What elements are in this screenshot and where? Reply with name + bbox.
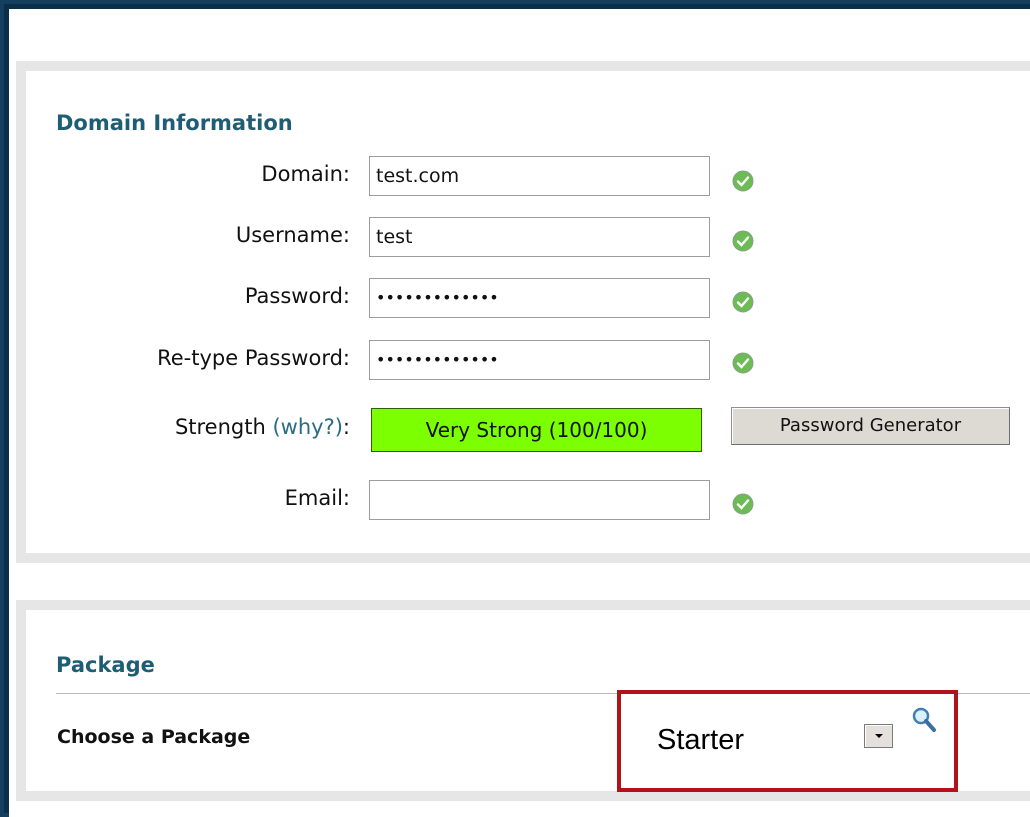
why-link[interactable]: (why?)	[272, 415, 342, 439]
package-select-highlight: Starter	[617, 690, 958, 792]
strength-label: Strength	[174, 415, 266, 439]
domain-label: Domain:	[261, 162, 350, 186]
username-label: Username:	[235, 223, 350, 247]
strength-label-group: Strength (why?):	[175, 415, 350, 439]
retype-password-input[interactable]: •••••••••••••	[369, 340, 710, 380]
check-icon-email	[732, 493, 754, 515]
password-strength-meter: Very Strong (100/100)	[371, 408, 702, 452]
check-icon-retype-password	[732, 352, 754, 374]
password-label: Password:	[244, 284, 350, 308]
strength-colon: :	[342, 415, 350, 439]
section-title-package: Package	[56, 653, 155, 677]
username-input[interactable]: test	[369, 217, 710, 257]
chevron-down-icon[interactable]	[864, 724, 893, 748]
check-icon-domain	[732, 170, 754, 192]
domain-information-panel: Domain Information Domain: test.com User…	[16, 61, 1030, 563]
domain-input[interactable]: test.com	[369, 156, 710, 196]
email-label: Email:	[284, 486, 350, 510]
check-icon-password	[732, 291, 754, 313]
email-input[interactable]	[369, 480, 710, 520]
search-icon[interactable]	[907, 704, 945, 742]
choose-package-label: Choose a Package	[57, 726, 251, 748]
retype-password-label: Re-type Password:	[157, 346, 350, 370]
password-generator-button[interactable]: Password Generator	[731, 407, 1010, 445]
password-input[interactable]: •••••••••••••	[369, 278, 710, 318]
check-icon-username	[732, 230, 754, 252]
package-select[interactable]: Starter	[657, 724, 744, 757]
section-title-domain-information: Domain Information	[56, 111, 293, 135]
